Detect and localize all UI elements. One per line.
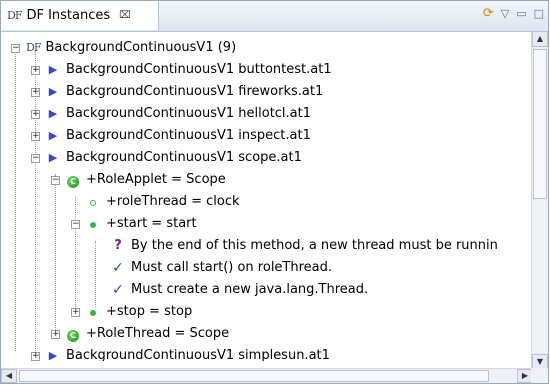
tree-item[interactable]: ✓ Must create a new java.lang.Thread. [111, 279, 368, 301]
tree-item-label: +roleThread = clock [106, 194, 240, 209]
tree-item[interactable]: + ▶ BackgroundContinuousV1 hellotcl.at1 [31, 103, 311, 125]
instances-tree: − DF BackgroundContinuousV1 (9) + ▶ Back… [1, 31, 533, 361]
instance-arrow-icon: ▶ [48, 129, 58, 142]
tree-item[interactable]: ? By the end of this method, a new threa… [111, 235, 498, 257]
tree-item-label: BackgroundContinuousV1 fireworks.at1 [66, 84, 324, 99]
df-icon: DF [26, 41, 41, 54]
method-icon [86, 213, 100, 235]
tree-item[interactable]: + ▶ BackgroundContinuousV1 fireworks.at1 [31, 81, 323, 103]
expand-toggle[interactable]: + [31, 131, 40, 141]
check-icon: ✓ [112, 282, 124, 298]
tree-item-label: BackgroundContinuousV1 simplesun.at1 [66, 348, 330, 361]
instance-arrow-icon: ▶ [48, 85, 58, 98]
tab-df-instances[interactable]: DF DF Instances ⌧ [1, 1, 159, 30]
role-class-icon: C [66, 169, 80, 191]
scroll-left-icon[interactable]: ◀ [1, 369, 17, 383]
instance-arrow-icon: ▶ [48, 107, 58, 120]
df-icon: DF [7, 9, 22, 22]
tree-item-label: BackgroundContinuousV1 buttontest.at1 [66, 62, 332, 77]
tree-item-label: Must call start() on roleThread. [131, 260, 333, 275]
tree-item[interactable]: + ▶ BackgroundContinuousV1 simplesun.at1 [31, 345, 330, 361]
tree-item[interactable]: − ▶ BackgroundContinuousV1 scope.at1 [31, 147, 302, 169]
horizontal-scrollbar[interactable]: ◀ ▶ [1, 368, 533, 383]
tree-item-label: BackgroundContinuousV1 scope.at1 [66, 150, 302, 165]
tree-item[interactable]: ✓ Must call start() on roleThread. [111, 257, 332, 279]
horizontal-scroll-thumb[interactable] [19, 370, 489, 382]
tree-item-label: +RoleApplet = Scope [86, 172, 226, 187]
tree-item-label: By the end of this method, a new thread … [131, 238, 498, 253]
sync-icon[interactable]: ⟳ [483, 6, 494, 21]
vertical-scroll-thumb[interactable] [533, 49, 547, 199]
tree-item[interactable]: +roleThread = clock [71, 191, 240, 213]
scroll-corner [531, 368, 548, 383]
collapse-toggle[interactable]: − [51, 175, 60, 185]
role-class-icon: C [66, 323, 80, 345]
expand-toggle[interactable]: + [31, 65, 40, 75]
maximize-icon[interactable]: □ [534, 7, 544, 20]
expand-toggle[interactable]: + [71, 307, 80, 317]
view-titlebar: DF DF Instances ⌧ ⟳ ▽ ▭ □ [1, 1, 548, 32]
instance-arrow-icon: ▶ [48, 349, 58, 361]
tree-item[interactable]: + ▶ BackgroundContinuousV1 inspect.at1 [31, 125, 311, 147]
question-icon: ? [114, 238, 122, 253]
expand-toggle[interactable]: + [51, 329, 60, 339]
instance-arrow-icon: ▶ [48, 63, 58, 76]
tree-item-label: Must create a new java.lang.Thread. [131, 282, 369, 297]
collapse-toggle[interactable]: − [11, 43, 20, 53]
scroll-up-icon[interactable]: ▲ [532, 31, 548, 47]
tree-root[interactable]: − DF BackgroundContinuousV1 (9) [11, 37, 236, 59]
check-icon: ✓ [112, 260, 124, 276]
tree-item-label: +RoleThread = Scope [86, 326, 230, 341]
tree-item[interactable]: + ▶ BackgroundContinuousV1 buttontest.at… [31, 59, 332, 81]
tree-item-label: +stop = stop [106, 304, 193, 319]
tree-root-label: BackgroundContinuousV1 (9) [45, 40, 237, 55]
tree-item-label: +start = start [106, 216, 197, 231]
view-menu-icon[interactable]: ▽ [501, 7, 509, 20]
tab-title: DF Instances [26, 8, 111, 23]
tree-item[interactable]: + +stop = stop [71, 301, 192, 323]
tree-item-label: BackgroundContinuousV1 hellotcl.at1 [66, 106, 312, 121]
expand-toggle[interactable]: + [31, 87, 40, 97]
expand-toggle[interactable]: + [31, 109, 40, 119]
close-icon[interactable]: ⌧ [119, 10, 131, 21]
minimize-icon[interactable]: ▭ [516, 7, 526, 20]
method-icon [86, 301, 100, 323]
field-icon [86, 191, 100, 213]
tree-item[interactable]: − +start = start [71, 213, 197, 235]
collapse-toggle[interactable]: − [31, 153, 40, 163]
expand-toggle[interactable]: + [31, 351, 40, 361]
vertical-scrollbar[interactable]: ▲ ▼ [531, 31, 548, 370]
view-toolbar: ⟳ ▽ ▭ □ [483, 6, 544, 21]
collapse-toggle[interactable]: − [71, 219, 80, 229]
tree-item-label: BackgroundContinuousV1 inspect.at1 [66, 128, 311, 143]
tree-item[interactable]: − C +RoleApplet = Scope [51, 169, 226, 191]
df-instances-view: DF DF Instances ⌧ ⟳ ▽ ▭ □ − DF Backgroun… [0, 0, 549, 384]
instance-arrow-icon: ▶ [48, 151, 58, 164]
tree-item[interactable]: + C +RoleThread = Scope [51, 323, 229, 345]
